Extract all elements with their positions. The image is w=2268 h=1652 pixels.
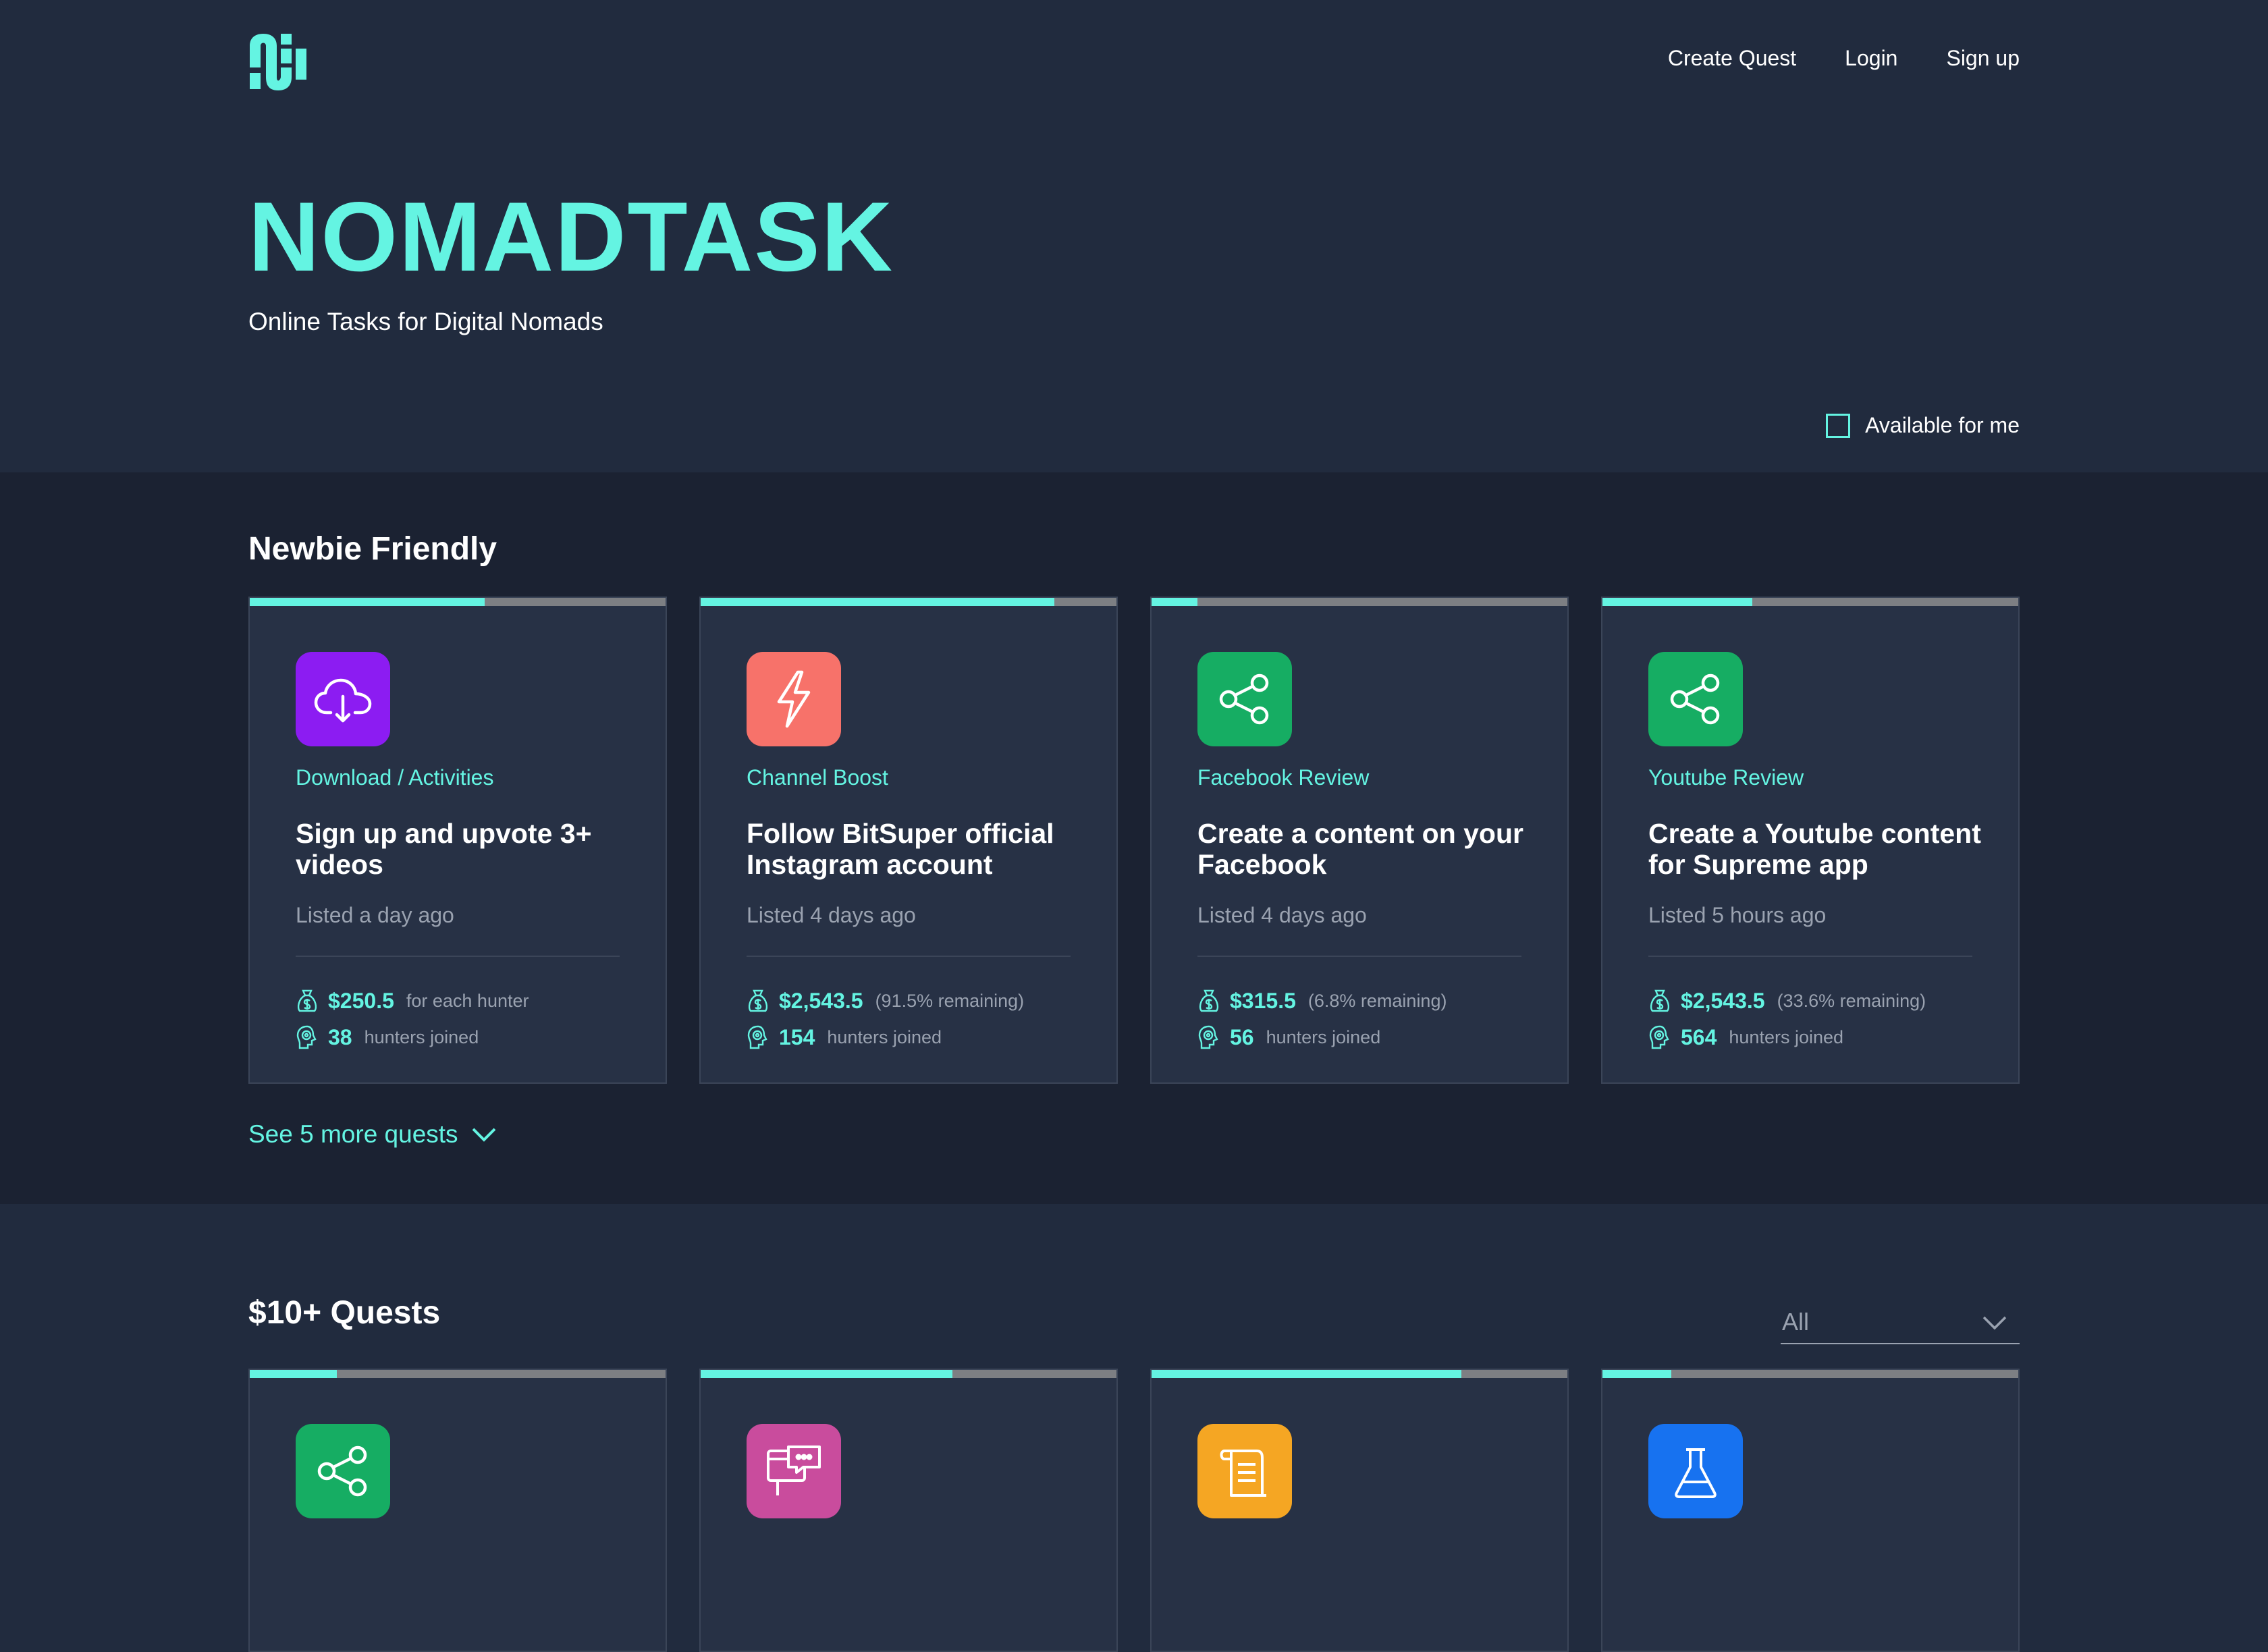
quest-category[interactable]: Download / Activities — [296, 765, 493, 790]
reward-note: (33.6% remaining) — [1777, 990, 1926, 1011]
quest-hunters: 564 hunters joined — [1648, 1024, 1843, 1050]
see-more-quests-link[interactable]: See 5 more quests — [248, 1120, 497, 1149]
select-value: All — [1782, 1308, 1810, 1336]
hunter-head-icon — [296, 1024, 319, 1050]
chevron-down-icon — [472, 1128, 495, 1142]
quest-hunters: 154 hunters joined — [747, 1024, 942, 1050]
card-divider — [296, 956, 620, 957]
flask-icon — [1648, 1424, 1743, 1518]
hunters-label: hunters joined — [1266, 1026, 1381, 1047]
available-for-me-filter[interactable]: Available for me — [1826, 413, 2020, 438]
quest-progress-bar — [250, 1370, 666, 1378]
lightning-icon — [747, 652, 841, 746]
quest-title[interactable]: Create a Youtube content for Supreme app — [1648, 818, 1986, 880]
quest-listed-time: Listed 5 hours ago — [1648, 903, 1827, 927]
scroll-icon — [1197, 1424, 1292, 1518]
quest-reward: $250.5 for each hunter — [296, 988, 529, 1014]
login-link[interactable]: Login — [1845, 46, 1897, 71]
card-divider — [747, 956, 1071, 957]
nomadtask-logo-icon[interactable] — [248, 32, 306, 90]
quest-listed-time: Listed 4 days ago — [1197, 903, 1367, 927]
quest-progress-bar — [1602, 1370, 2018, 1378]
available-checkbox[interactable] — [1826, 413, 1851, 438]
page-title: NOMADTASK — [248, 182, 894, 292]
reward-note: (91.5% remaining) — [875, 990, 1025, 1011]
card-divider — [1197, 956, 1521, 957]
reward-note: for each hunter — [406, 990, 529, 1011]
share-icon — [296, 1424, 390, 1518]
hunters-count: 564 — [1681, 1024, 1717, 1049]
quest-filter-select[interactable]: All — [1781, 1304, 2020, 1344]
quest-hunters: 38 hunters joined — [296, 1024, 479, 1050]
quest-progress-bar — [1152, 598, 1567, 606]
top-nav: Create Quest Login Sign up — [1668, 46, 2020, 71]
reward-amount: $315.5 — [1230, 988, 1296, 1013]
quest-reward: $315.5 (6.8% remaining) — [1197, 988, 1447, 1014]
hunter-head-icon — [1197, 1024, 1220, 1050]
quest-card[interactable] — [1601, 1369, 2020, 1652]
money-bag-icon — [1648, 988, 1671, 1014]
quest-title[interactable]: Create a content on your Facebook — [1197, 818, 1535, 880]
quest-progress-bar — [701, 1370, 1116, 1378]
quest-reward: $2,543.5 (91.5% remaining) — [747, 988, 1024, 1014]
quest-hunters: 56 hunters joined — [1197, 1024, 1380, 1050]
quest-category[interactable]: Channel Boost — [747, 765, 888, 790]
quest-card[interactable]: Youtube Review Create a Youtube content … — [1601, 597, 2020, 1084]
quest-category[interactable]: Youtube Review — [1648, 765, 1804, 790]
page-subtitle: Online Tasks for Digital Nomads — [248, 308, 603, 335]
hunters-label: hunters joined — [1729, 1026, 1844, 1047]
hunters-label: hunters joined — [827, 1026, 942, 1047]
reward-amount: $250.5 — [328, 988, 394, 1013]
quest-category[interactable]: Facebook Review — [1197, 765, 1369, 790]
share-icon — [1648, 652, 1743, 746]
reward-note: (6.8% remaining) — [1307, 990, 1447, 1011]
quest-card[interactable]: Download / Activities Sign up and upvote… — [248, 597, 667, 1084]
hunters-count: 154 — [779, 1024, 815, 1049]
quest-progress-bar — [1152, 1370, 1567, 1378]
hunters-count: 38 — [328, 1024, 352, 1049]
signup-link[interactable]: Sign up — [1946, 46, 2020, 71]
chat-window-icon — [747, 1424, 841, 1518]
reward-amount: $2,543.5 — [779, 988, 863, 1013]
reward-amount: $2,543.5 — [1681, 988, 1765, 1013]
create-quest-link[interactable]: Create Quest — [1668, 46, 1796, 71]
quest-card[interactable]: Facebook Review Create a content on your… — [1150, 597, 1569, 1084]
quest-listed-time: Listed 4 days ago — [747, 903, 916, 927]
money-bag-icon — [296, 988, 319, 1014]
see-more-label: See 5 more quests — [248, 1120, 458, 1148]
quest-title[interactable]: Follow BitSuper official Instagram accou… — [747, 818, 1084, 880]
quest-card[interactable] — [1150, 1369, 1569, 1652]
quest-card[interactable]: Channel Boost Follow BitSuper official I… — [699, 597, 1118, 1084]
hunters-label: hunters joined — [364, 1026, 479, 1047]
cloud-download-icon — [296, 652, 390, 746]
quest-progress-bar — [701, 598, 1116, 606]
quest-title[interactable]: Sign up and upvote 3+ videos — [296, 818, 633, 880]
card-divider — [1648, 956, 1972, 957]
hunters-count: 56 — [1230, 1024, 1254, 1049]
quest-cards — [248, 1369, 2020, 1652]
quest-reward: $2,543.5 (33.6% remaining) — [1648, 988, 1926, 1014]
quest-listed-time: Listed a day ago — [296, 903, 454, 927]
quest-progress-bar — [250, 598, 666, 606]
money-bag-icon — [747, 988, 770, 1014]
quest-progress-bar — [1602, 598, 2018, 606]
ten-plus-quests-section: $10+ Quests All — [0, 1204, 2268, 1652]
share-icon — [1197, 652, 1292, 746]
site-header: Create Quest Login Sign up NOMADTASK Onl… — [0, 0, 2268, 472]
available-label: Available for me — [1865, 413, 2020, 437]
chevron-down-icon — [1982, 1316, 2007, 1330]
hunter-head-icon — [747, 1024, 770, 1050]
hunter-head-icon — [1648, 1024, 1671, 1050]
section-title-quests: $10+ Quests — [248, 1295, 441, 1331]
section-title-newbie: Newbie Friendly — [248, 531, 497, 567]
quest-card[interactable] — [699, 1369, 1118, 1652]
newbie-cards: Download / Activities Sign up and upvote… — [248, 597, 2020, 1084]
quest-card[interactable] — [248, 1369, 667, 1652]
money-bag-icon — [1197, 988, 1220, 1014]
newbie-friendly-section: Newbie Friendly Download / Activities Si… — [0, 472, 2268, 1204]
